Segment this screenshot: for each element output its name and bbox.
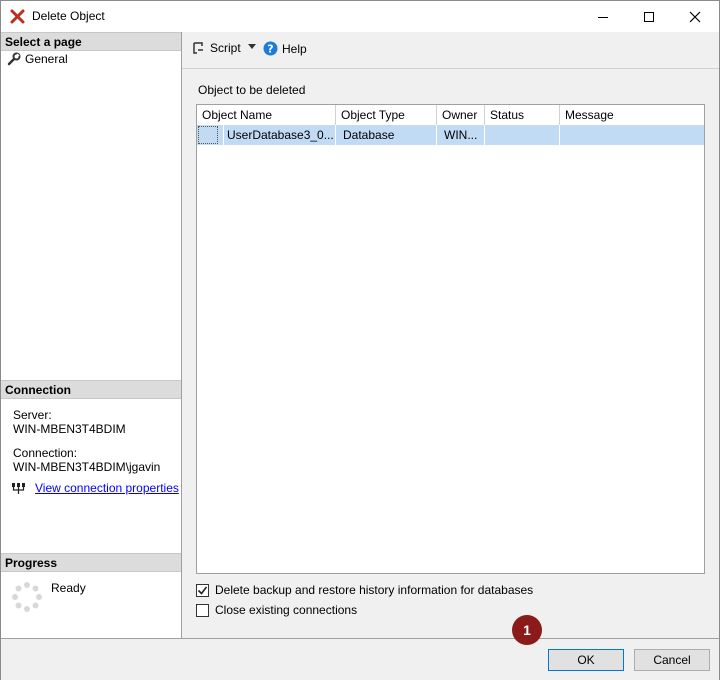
focus-rect — [198, 126, 218, 144]
minimize-icon — [598, 16, 608, 18]
close-connections-label: Close existing connections — [215, 603, 358, 617]
maximize-button[interactable] — [626, 1, 672, 32]
cell-status[interactable] — [485, 125, 560, 145]
delete-backup-history-option[interactable]: Delete backup and restore history inform… — [196, 583, 533, 597]
cell-owner[interactable]: WIN... — [437, 125, 485, 145]
column-header-object-name[interactable]: Object Name — [197, 105, 336, 125]
progress-header: Progress — [1, 553, 181, 572]
script-icon — [193, 42, 203, 54]
cell-object-type[interactable]: Database — [336, 125, 437, 145]
row-selector-cell — [197, 125, 224, 145]
delete-backup-history-checkbox[interactable] — [196, 583, 209, 597]
server-label: Server: — [13, 408, 52, 422]
svg-text:?: ? — [267, 43, 273, 56]
connection-plug-icon — [12, 483, 25, 494]
wrench-icon — [7, 52, 21, 66]
cancel-button[interactable]: Cancel — [634, 649, 710, 671]
column-header-owner[interactable]: Owner — [437, 105, 485, 125]
progress-status: Ready — [51, 581, 86, 595]
delete-backup-history-label: Delete backup and restore history inform… — [215, 583, 534, 597]
window-title: Delete Object — [32, 9, 105, 23]
delete-x-icon — [10, 9, 25, 24]
grid-header: Object Name Object Type Owner Status Mes… — [197, 105, 704, 126]
select-page-header: Select a page — [1, 32, 181, 51]
help-icon: ? — [263, 41, 278, 56]
close-icon — [689, 11, 701, 22]
object-to-delete-label: Object to be deleted — [198, 83, 306, 97]
cell-message[interactable] — [560, 125, 704, 145]
help-button[interactable]: ? Help — [263, 41, 307, 56]
progress-spinner-icon — [12, 582, 42, 612]
annotation-badge: 1 — [512, 615, 542, 645]
delete-object-dialog: Delete Object Select a page General Conn… — [0, 0, 720, 680]
view-connection-link[interactable]: View connection properties — [35, 481, 179, 495]
view-connection-properties[interactable]: View connection properties — [11, 481, 179, 495]
minimize-button[interactable] — [580, 1, 626, 32]
close-connections-checkbox[interactable] — [196, 603, 209, 617]
toolbar: Script ? Help — [182, 32, 719, 69]
objects-grid[interactable]: Object Name Object Type Owner Status Mes… — [196, 104, 705, 574]
ok-button[interactable]: OK — [548, 649, 624, 671]
left-pane: Select a page General Connection Server:… — [1, 32, 182, 638]
connection-header: Connection — [1, 380, 181, 399]
connection-value: WIN-MBEN3T4BDIM\jgavin — [13, 460, 161, 474]
close-button[interactable] — [672, 1, 718, 32]
column-header-object-type[interactable]: Object Type — [336, 105, 437, 125]
close-connections-option[interactable]: Close existing connections — [196, 603, 357, 617]
script-dropdown-icon[interactable] — [248, 44, 256, 50]
connection-label: Connection: — [13, 446, 78, 460]
column-header-status[interactable]: Status — [485, 105, 560, 125]
server-value: WIN-MBEN3T4BDIM — [13, 422, 126, 436]
script-label: Script — [210, 41, 241, 55]
page-item-general[interactable]: General — [7, 52, 68, 66]
checkmark-icon — [197, 586, 208, 595]
help-label: Help — [282, 41, 307, 56]
title-bar: Delete Object — [1, 1, 719, 32]
page-item-label: General — [25, 52, 68, 66]
script-button[interactable]: Script — [191, 41, 241, 55]
cell-object-name[interactable]: UserDatabase3_0... — [224, 125, 336, 145]
column-header-message[interactable]: Message — [560, 105, 704, 125]
maximize-icon — [644, 11, 654, 22]
table-row[interactable]: UserDatabase3_0... Database WIN... — [197, 125, 704, 145]
